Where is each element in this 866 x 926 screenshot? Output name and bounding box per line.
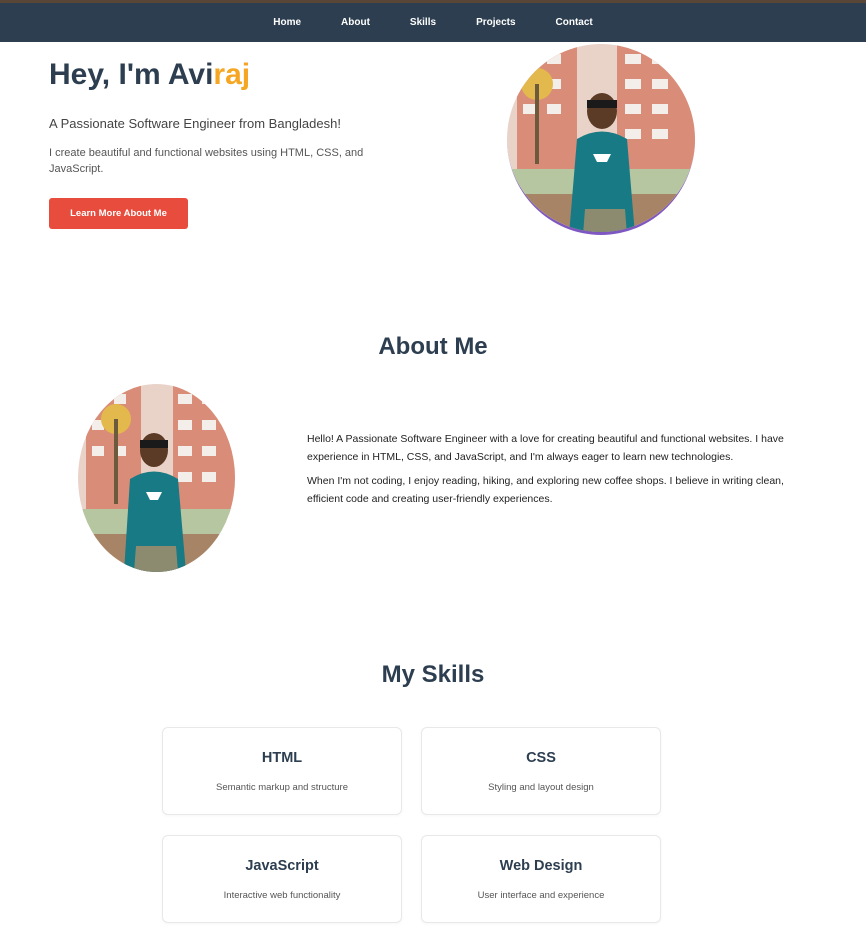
skill-card-web-design: Web Design User interface and experience bbox=[421, 835, 661, 923]
skill-name: HTML bbox=[261, 750, 303, 766]
nav-projects-link[interactable]: Projects bbox=[456, 3, 535, 42]
nav-contact-link[interactable]: Contact bbox=[536, 3, 613, 42]
hero-title-name: Hey, I'm Avi bbox=[49, 58, 214, 91]
skill-card-html: HTML Semantic markup and structure bbox=[162, 727, 402, 815]
profile-photo bbox=[507, 44, 695, 235]
hero-title: Hey, I'm Aviraj bbox=[49, 58, 250, 92]
about-profile-photo bbox=[78, 384, 235, 572]
skill-desc: Interactive web functionality bbox=[223, 890, 341, 901]
skill-desc: User interface and experience bbox=[477, 890, 605, 901]
skill-card-javascript: JavaScript Interactive web functionality bbox=[162, 835, 402, 923]
about-text: Hello! A Passionate Software Engineer wi… bbox=[307, 430, 792, 514]
nav-home-link[interactable]: Home bbox=[253, 3, 321, 42]
nav-skills-link[interactable]: Skills bbox=[390, 3, 456, 42]
top-nav: Home About Skills Projects Contact bbox=[0, 3, 866, 42]
skill-name: JavaScript bbox=[245, 858, 319, 874]
skill-desc: Styling and layout design bbox=[488, 782, 594, 793]
about-section-title: About Me bbox=[378, 333, 488, 360]
hero-subtitle: A Passionate Software Engineer from Bang… bbox=[49, 116, 341, 131]
about-paragraph-1: Hello! A Passionate Software Engineer wi… bbox=[307, 433, 784, 463]
skill-card-css: CSS Styling and layout design bbox=[421, 727, 661, 815]
skill-desc: Semantic markup and structure bbox=[215, 782, 348, 793]
hero-title-accent: raj bbox=[213, 58, 251, 91]
learn-more-button[interactable]: Learn More About Me bbox=[49, 198, 188, 229]
about-paragraph-2: When I'm not coding, I enjoy reading, hi… bbox=[307, 475, 784, 505]
skills-section-title: My Skills bbox=[381, 661, 485, 688]
nav-about-link[interactable]: About bbox=[321, 3, 390, 42]
skill-name: Web Design bbox=[499, 858, 583, 874]
skill-name: CSS bbox=[526, 750, 556, 766]
hero-description: I create beautiful and functional websit… bbox=[49, 147, 364, 175]
